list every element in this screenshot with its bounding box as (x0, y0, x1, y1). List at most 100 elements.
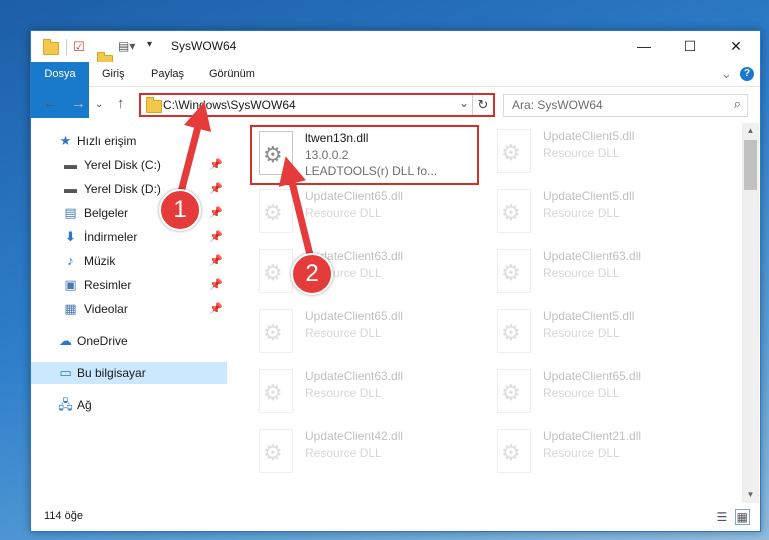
file-item[interactable]: UpdateClient5.dll Resource DLL (490, 305, 715, 361)
file-item[interactable]: UpdateClient65.dll Resource DLL (252, 185, 477, 241)
navigation-pane: ★ Hızlı erişim ▬ Yerel Disk (C:) 📌 ▬ Yer… (31, 123, 227, 503)
file-name: UpdateClient42.dll (305, 429, 404, 443)
file-name: UpdateClient5.dll (543, 129, 635, 143)
file-name: UpdateClient65.dll (305, 189, 404, 203)
sidebar-item-label: Bu bilgisayar (77, 366, 146, 380)
drive-icon: ▬ (64, 181, 77, 196)
sidebar-item-this-pc[interactable]: ▭ Bu bilgisayar (31, 362, 227, 384)
file-item[interactable]: UpdateClient63.dll Resource DLL (252, 365, 477, 421)
maximize-button[interactable]: ☐ (667, 31, 713, 62)
help-icon[interactable]: ? (740, 67, 754, 81)
tab-view[interactable]: Görünüm (209, 62, 255, 86)
sidebar-item-label: Müzik (84, 254, 116, 268)
tab-share[interactable]: Paylaş (151, 62, 184, 86)
file-version: 13.0.0.2 (305, 148, 349, 162)
quick-access-dropdown-icon[interactable]: ▾ (147, 39, 152, 55)
sidebar-item-label: Hızlı erişim (77, 134, 137, 148)
folder-icon (146, 97, 162, 113)
pin-icon[interactable]: 📌 (209, 202, 223, 224)
address-dropdown-icon[interactable]: ⌄ (459, 96, 469, 110)
sidebar-item-disk-c[interactable]: ▬ Yerel Disk (C:) 📌 (31, 154, 227, 176)
file-item[interactable]: UpdateClient21.dll Resource DLL (490, 425, 715, 481)
address-bar[interactable]: C:\Windows\SysWOW64 ⌄ ↻ (139, 93, 495, 117)
scroll-up-icon[interactable]: ▲ (742, 123, 759, 139)
up-icon[interactable]: ↑ (117, 95, 125, 112)
tab-home[interactable]: Giriş (102, 62, 125, 86)
file-name: UpdateClient5.dll (543, 189, 635, 203)
sidebar-item-onedrive[interactable]: ☁ OneDrive (31, 330, 227, 352)
minimize-button[interactable]: — (621, 31, 667, 62)
star-icon: ★ (59, 133, 72, 148)
view-toggle: ☰ ▦ (717, 509, 750, 525)
file-item[interactable]: UpdateClient5.dll Resource DLL (490, 185, 715, 241)
file-name: UpdateClient21.dll (543, 429, 642, 443)
sidebar-item-label: Videolar (84, 302, 128, 316)
sidebar-item-network[interactable]: 🖧 Ağ (31, 394, 227, 416)
window-title: SysWOW64 (171, 39, 237, 53)
pin-icon[interactable]: 📌 (209, 226, 223, 248)
sidebar-item-music[interactable]: ♪ Müzik 📌 (31, 250, 227, 272)
sidebar-item-label: Yerel Disk (D:) (84, 182, 161, 196)
file-description: Resource DLL (543, 266, 620, 280)
forward-icon[interactable]: → (71, 95, 86, 112)
file-description: Resource DLL (305, 206, 382, 220)
file-name: UpdateClient63.dll (543, 249, 642, 263)
dll-file-icon (259, 189, 293, 233)
vertical-scrollbar[interactable]: ▲ ▼ (742, 123, 759, 503)
file-item[interactable]: UpdateClient63.dll Resource DLL (252, 245, 477, 301)
properties-icon[interactable]: ☑ (73, 39, 85, 55)
pin-icon[interactable]: 📌 (209, 274, 223, 296)
file-name: UpdateClient65.dll (543, 369, 642, 383)
file-item[interactable]: UpdateClient5.dll Resource DLL (490, 125, 715, 181)
file-description: LEADTOOLS(r) DLL fo... (305, 164, 438, 178)
address-path[interactable]: C:\Windows\SysWOW64 (163, 98, 296, 112)
back-icon[interactable]: ← (43, 95, 58, 112)
details-view-icon[interactable]: ☰ (717, 510, 728, 524)
search-input[interactable]: Ara: SysWOW64 ⌕ (503, 94, 748, 117)
ribbon-tabs: Dosya Giriş Paylaş Görünüm ⌄ ? (31, 62, 760, 118)
recent-locations-icon[interactable]: ⌄ (95, 99, 103, 110)
sidebar-item-label: İndirmeler (84, 230, 138, 244)
pin-icon[interactable]: 📌 (209, 250, 223, 272)
sidebar-item-pictures[interactable]: ▣ Resimler 📌 (31, 274, 227, 296)
ribbon-expand-icon[interactable]: ⌄ (721, 62, 732, 86)
sidebar-item-downloads[interactable]: ⬇ İndirmeler 📌 (31, 226, 227, 248)
file-name: ltwen13n.dll (305, 131, 369, 145)
step-1-badge: 1 (159, 189, 201, 231)
file-name: UpdateClient63.dll (305, 369, 404, 383)
customize-toolbar-icon[interactable]: ▤▾ (118, 39, 135, 55)
sidebar-item-videos[interactable]: ▦ Videolar 📌 (31, 298, 227, 320)
file-item[interactable]: UpdateClient63.dll Resource DLL (490, 245, 715, 301)
dll-file-icon (259, 429, 293, 473)
sidebar-item-quick-access[interactable]: ★ Hızlı erişim (31, 130, 227, 152)
scroll-thumb[interactable] (744, 140, 757, 190)
videos-icon: ▦ (64, 301, 77, 316)
pin-icon[interactable]: 📌 (209, 298, 223, 320)
sidebar-item-label: OneDrive (77, 334, 128, 348)
close-button[interactable]: ✕ (713, 31, 759, 62)
sidebar-item-disk-d[interactable]: ▬ Yerel Disk (D:) 📌 (31, 178, 227, 200)
title-bar: ☑ ▤▾ ▾ SysWOW64 — ☐ ✕ (31, 31, 760, 68)
file-description: Resource DLL (543, 446, 620, 460)
network-icon: 🖧 (58, 397, 73, 412)
file-description: Resource DLL (305, 446, 382, 460)
scroll-down-icon[interactable]: ▼ (742, 487, 759, 503)
sidebar-item-label: Ağ (77, 398, 92, 412)
drive-icon: ▬ (64, 157, 77, 172)
refresh-icon[interactable]: ↻ (472, 95, 493, 115)
pin-icon[interactable]: 📌 (209, 178, 223, 200)
search-icon: ⌕ (733, 96, 741, 111)
file-description: Resource DLL (543, 206, 620, 220)
file-description: Resource DLL (305, 326, 382, 340)
file-item-highlighted[interactable]: ltwen13n.dll 13.0.0.2 LEADTOOLS(r) DLL f… (250, 125, 479, 185)
pin-icon[interactable]: 📌 (209, 154, 223, 176)
documents-icon: ▤ (64, 205, 77, 220)
file-item[interactable]: UpdateClient65.dll Resource DLL (252, 305, 477, 361)
dll-file-icon (497, 189, 531, 233)
large-icons-view-icon[interactable]: ▦ (734, 509, 750, 525)
navigation-bar: ← → ⌄ ↑ C:\Windows\SysWOW64 ⌄ ↻ Ara: Sys… (31, 87, 760, 120)
file-item[interactable]: UpdateClient42.dll Resource DLL (252, 425, 477, 481)
file-item[interactable]: UpdateClient65.dll Resource DLL (490, 365, 715, 421)
sidebar-item-label: Resimler (84, 278, 132, 292)
file-name: UpdateClient65.dll (305, 309, 404, 323)
